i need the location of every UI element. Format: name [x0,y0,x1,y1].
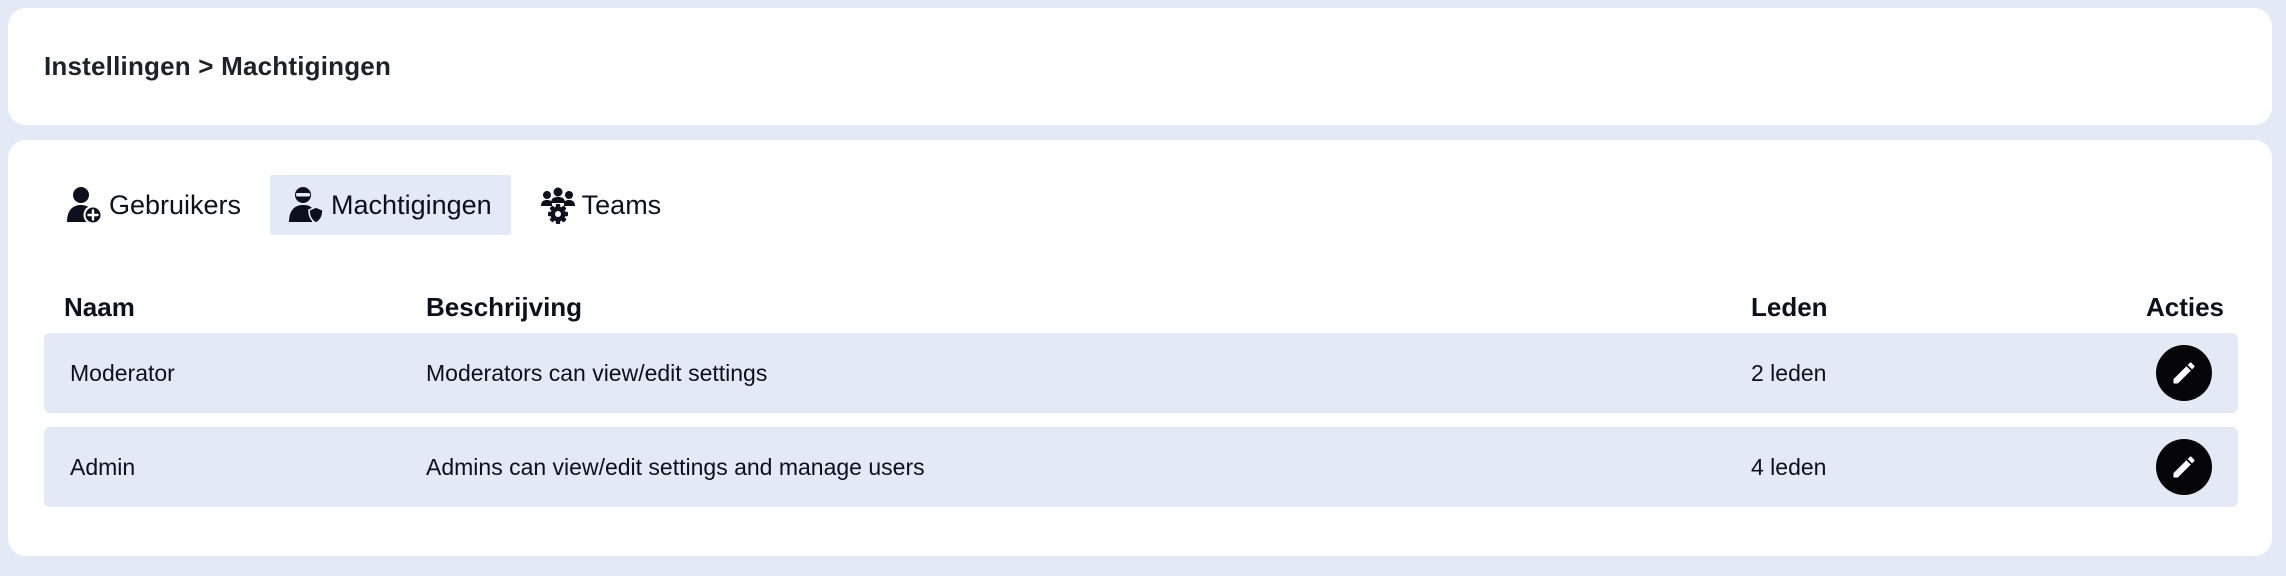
column-header-name: Naam [64,292,135,322]
table-row: Moderator Moderators can view/edit setti… [44,333,2238,413]
table-row: Admin Admins can view/edit settings and … [44,427,2238,507]
tab-gebruikers[interactable]: Gebruikers [48,175,260,235]
cell-name: Moderator [70,360,175,386]
permissions-card: Gebruikers Machtigingen Teams Naam Besch… [8,140,2272,556]
user-shield-icon [289,186,325,224]
table-body: Moderator Moderators can view/edit setti… [44,333,2238,507]
tab-label: Machtigingen [331,189,492,220]
tab-bar: Gebruikers Machtigingen Teams [48,175,680,235]
tab-label: Gebruikers [109,189,242,220]
column-header-actions: Acties [2145,292,2224,322]
permissions-table: Naam Beschrijving Leden Acties Moderator… [44,283,2238,507]
tab-label: Teams [581,189,662,220]
user-add-icon [67,186,103,224]
tab-machtigingen[interactable]: Machtigingen [270,175,511,235]
tab-teams[interactable]: Teams [521,175,681,235]
cell-description: Moderators can view/edit settings [426,360,768,386]
table-header: Naam Beschrijving Leden Acties [44,283,2238,331]
edit-button[interactable] [2156,439,2212,495]
column-header-members: Leden [1751,292,1828,322]
pencil-icon [2173,362,2195,384]
column-header-description: Beschrijving [426,292,583,322]
cell-description: Admins can view/edit settings and manage… [426,454,925,480]
cell-name: Admin [70,454,136,480]
edit-button[interactable] [2156,345,2212,401]
breadcrumb: Instellingen > Machtigingen [44,51,392,81]
cell-members: 2 leden [1751,360,1827,386]
pencil-icon [2173,456,2195,478]
cell-members: 4 leden [1751,454,1827,480]
team-gear-icon [540,186,576,224]
header-card: Instellingen > Machtigingen [8,8,2272,125]
